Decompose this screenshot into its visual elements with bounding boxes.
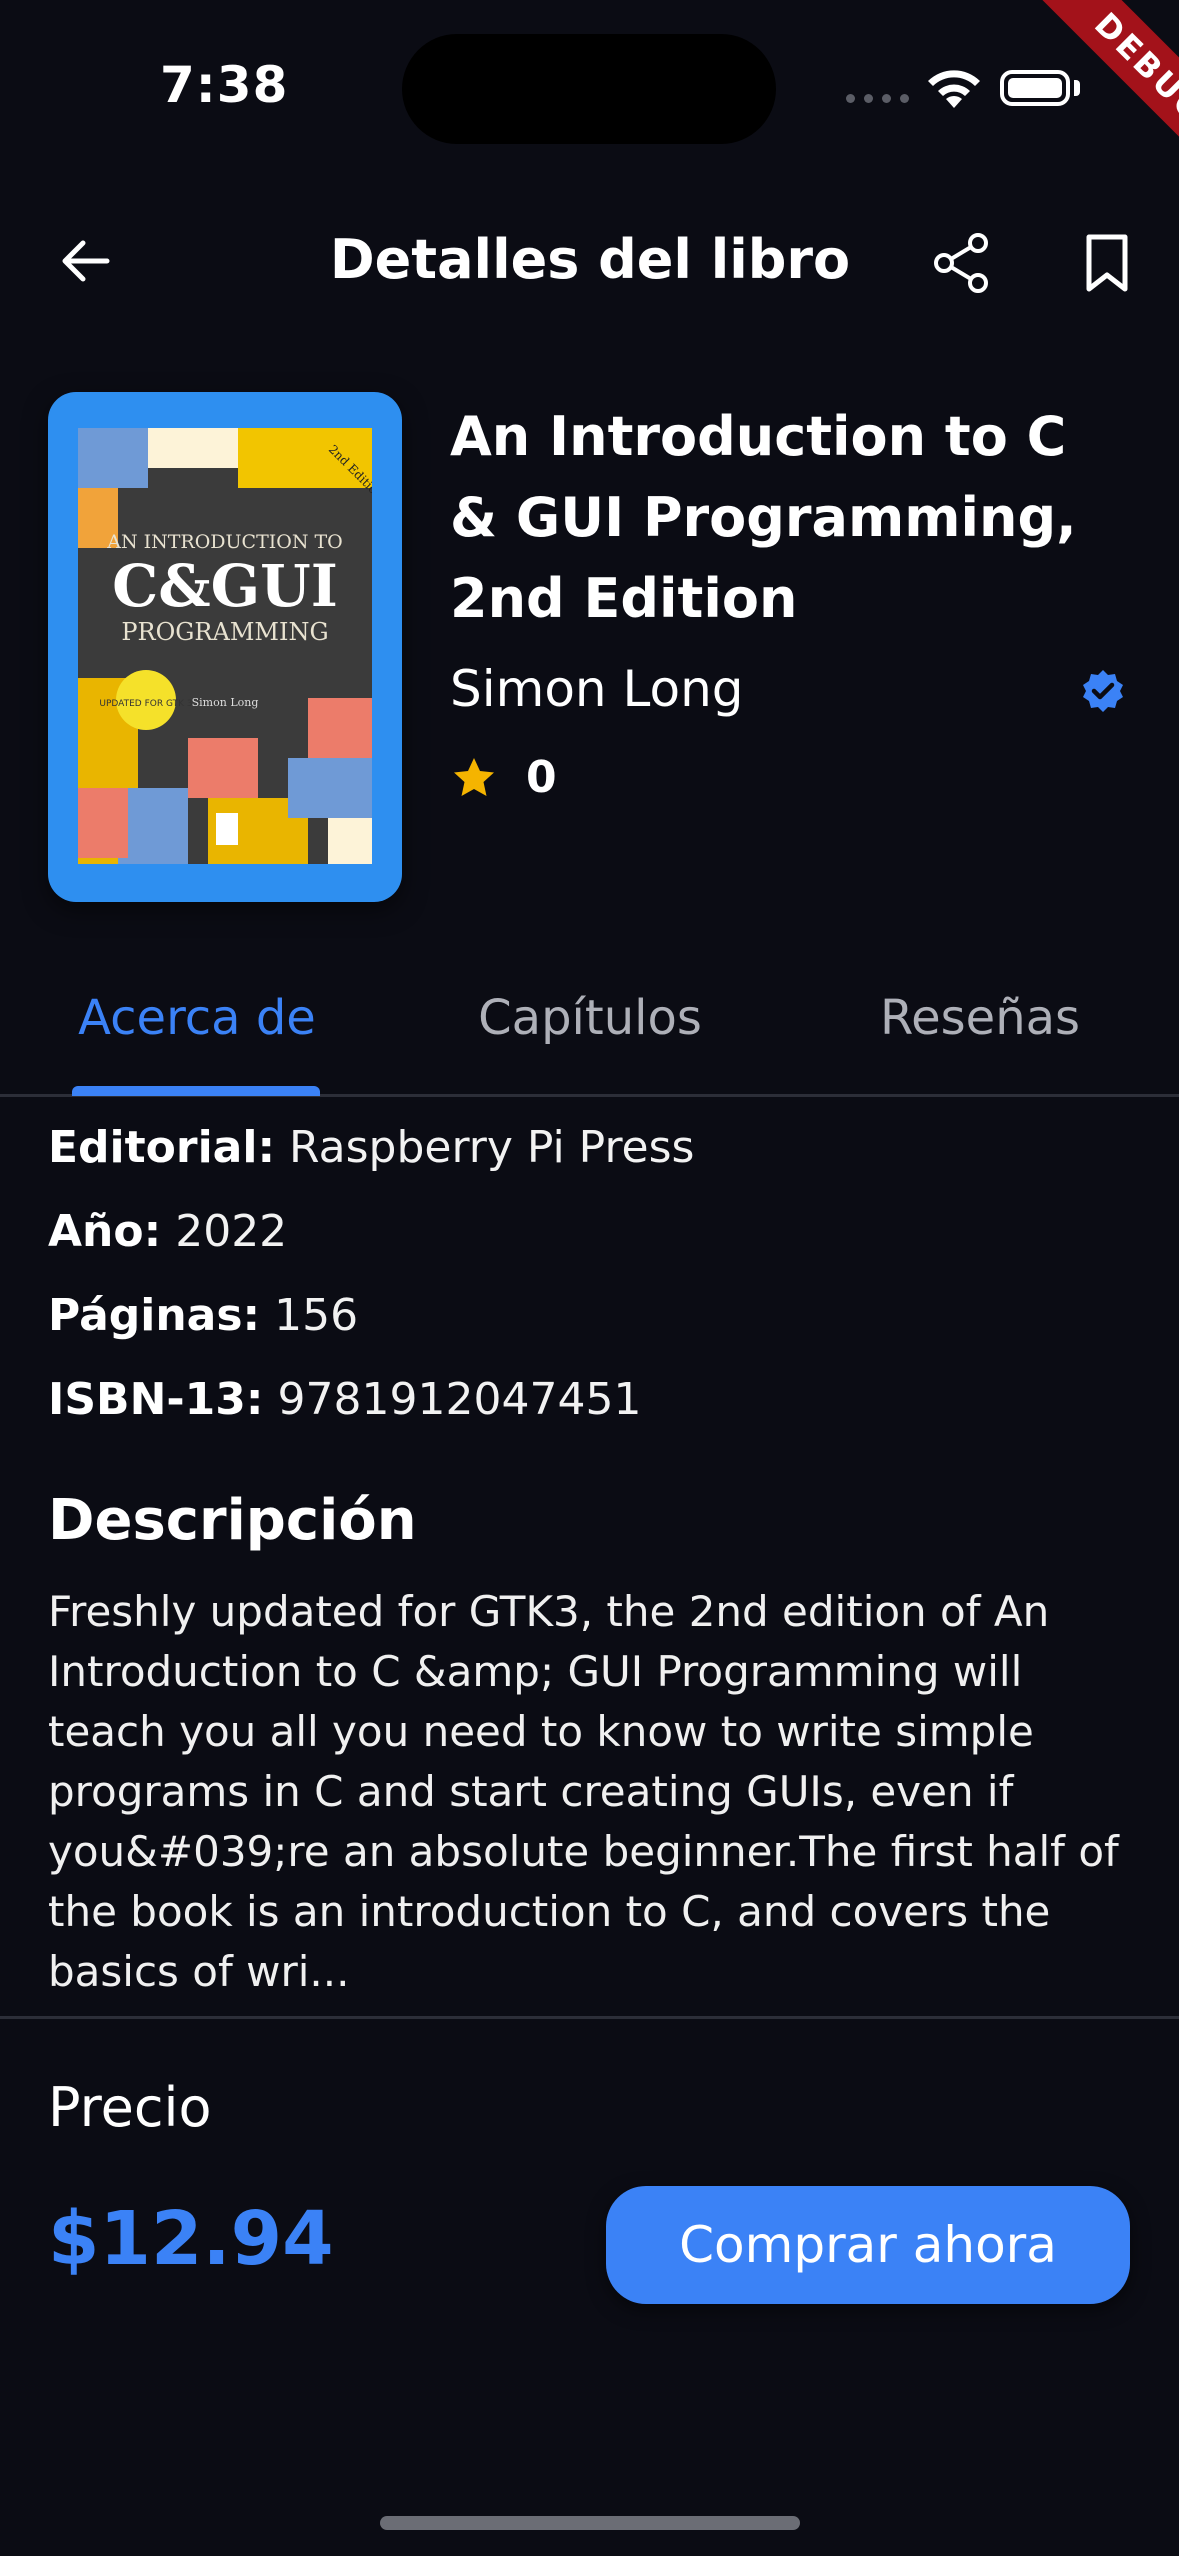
- detail-label: Páginas:: [48, 1290, 261, 1341]
- home-indicator[interactable]: [380, 2516, 800, 2530]
- book-cover-art: 2nd Edition AN INTRODUCTION TO C&GUI PRO…: [78, 428, 372, 864]
- dynamic-island: [402, 34, 776, 144]
- detail-value: 156: [274, 1290, 359, 1341]
- star-icon: [450, 754, 498, 806]
- detail-label: Año:: [48, 1206, 162, 1257]
- tab-active-indicator: [72, 1086, 320, 1096]
- detail-value: 2022: [175, 1206, 288, 1257]
- back-button[interactable]: [50, 226, 120, 296]
- status-time: 7:38: [160, 56, 289, 114]
- description-text: Freshly updated for GTK3, the 2nd editio…: [48, 1587, 1119, 1996]
- back-arrow-icon: [62, 240, 110, 282]
- detail-label: ISBN-13:: [48, 1374, 264, 1425]
- share-button[interactable]: [925, 226, 999, 300]
- verified-badge-icon: [1080, 668, 1126, 718]
- description-heading: Descripción: [48, 1488, 417, 1553]
- cover-line2: C&GUI: [112, 552, 338, 620]
- book-title: An Introduction to C & GUI Programming, …: [450, 405, 1077, 630]
- tab-reviews[interactable]: Reseñas: [855, 990, 1105, 1046]
- share-icon: [934, 233, 988, 293]
- book-cover[interactable]: 2nd Edition AN INTRODUCTION TO C&GUI PRO…: [48, 392, 402, 902]
- bottom-divider: [0, 2016, 1179, 2019]
- buy-now-button[interactable]: Comprar ahora: [606, 2186, 1130, 2304]
- bookmark-icon: [1086, 234, 1128, 292]
- detail-label: Editorial:: [48, 1122, 276, 1173]
- detail-value: Raspberry Pi Press: [289, 1122, 695, 1173]
- detail-year: Año: 2022: [48, 1206, 287, 1257]
- tab-about[interactable]: Acerca de: [72, 990, 322, 1046]
- battery-icon: [1000, 70, 1070, 106]
- tab-chapters[interactable]: Capítulos: [465, 990, 715, 1046]
- detail-editorial: Editorial: Raspberry Pi Press: [48, 1122, 694, 1173]
- bookmark-button[interactable]: [1070, 226, 1144, 300]
- detail-pages: Páginas: 156: [48, 1290, 358, 1341]
- cellular-dots-icon: [846, 94, 909, 103]
- battery-cap: [1074, 80, 1080, 96]
- book-author[interactable]: Simon Long: [450, 660, 744, 718]
- cover-author: Simon Long: [192, 696, 259, 709]
- rating-value: 0: [526, 752, 557, 803]
- wifi-icon: [924, 66, 984, 114]
- detail-isbn: ISBN-13: 9781912047451: [48, 1374, 641, 1425]
- price-value: $12.94: [48, 2196, 334, 2282]
- cover-sticker: UPDATED FOR GTK 3: [99, 699, 192, 709]
- page-title: Detalles del libro: [329, 228, 851, 291]
- price-label: Precio: [48, 2076, 212, 2139]
- cover-line1: AN INTRODUCTION TO: [106, 531, 343, 553]
- cover-line3: PROGRAMMING: [121, 618, 328, 646]
- detail-value: 9781912047451: [277, 1374, 642, 1425]
